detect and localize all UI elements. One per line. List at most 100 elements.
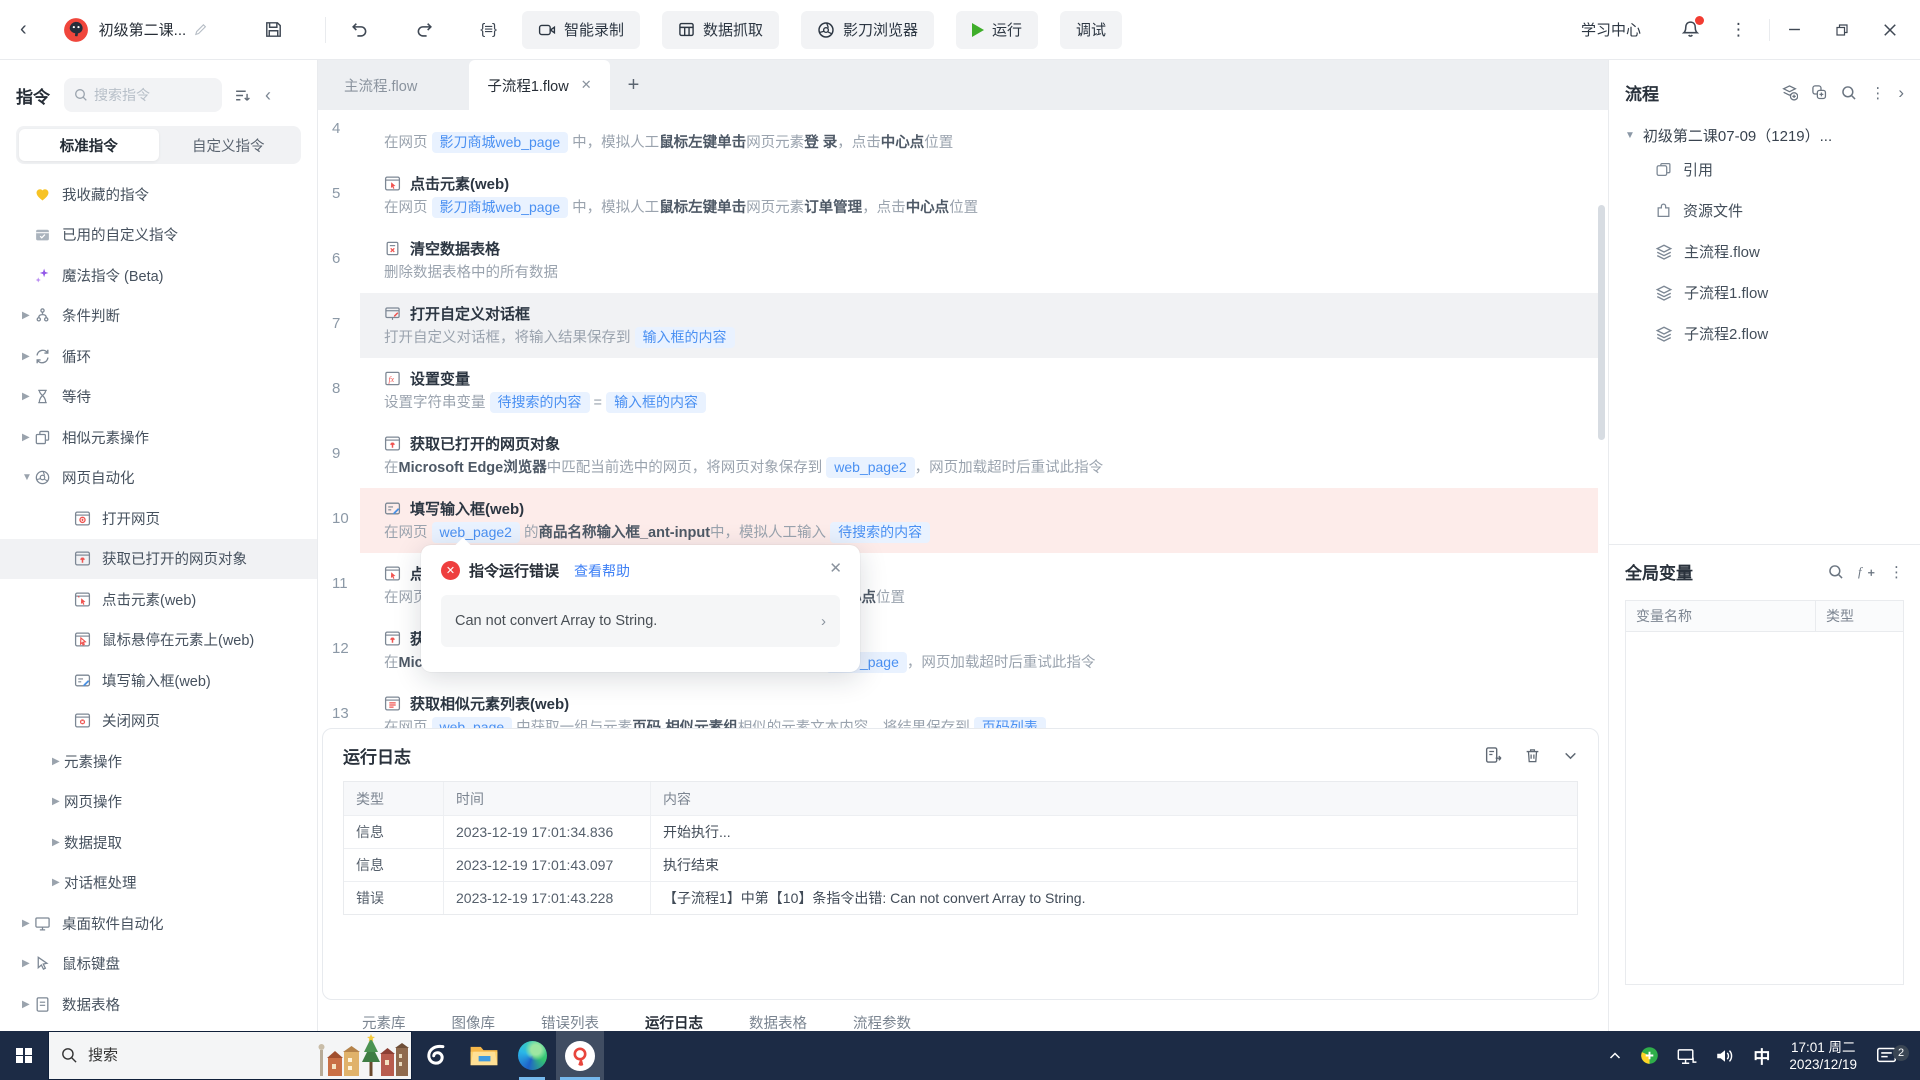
sidebar-item[interactable]: ▶ 数据表格 (0, 984, 317, 1025)
restore-button[interactable] (1818, 0, 1866, 60)
view-help-link[interactable]: 查看帮助 (574, 561, 630, 581)
save-button[interactable] (264, 20, 283, 39)
taskbar-app-swirl[interactable] (412, 1031, 460, 1080)
smart-record-button[interactable]: 智能录制 (521, 10, 640, 49)
search-vars-icon[interactable] (1828, 564, 1844, 580)
log-row[interactable]: 错误 2023-12-19 17:01:43.228 【子流程1】中第【10】条指令… (344, 881, 1577, 914)
close-popup-icon[interactable]: ✕ (829, 559, 842, 577)
sidebar-item[interactable]: 填写输入框(web) (0, 660, 317, 701)
collapse-flow-panel-icon[interactable]: › (1898, 83, 1904, 103)
add-python-icon[interactable] (1811, 84, 1828, 101)
sidebar-item[interactable]: ▶ 数据提取 (0, 822, 317, 863)
caret-right-icon[interactable]: ▶ (52, 756, 64, 767)
caret-right-icon[interactable]: ▶ (22, 999, 34, 1010)
flow-tab-0[interactable]: 主流程.flow (318, 60, 443, 110)
tray-network-icon[interactable] (1668, 1047, 1706, 1065)
sidebar-item[interactable]: 关闭网页 (0, 701, 317, 742)
sidebar-item[interactable]: ▶ 桌面软件自动化 (0, 903, 317, 944)
variable-pill[interactable]: 输入框的内容 (634, 327, 735, 348)
sidebar-item[interactable]: ▶ 鼠标键盘 (0, 944, 317, 985)
taskbar-search-input[interactable] (88, 1047, 238, 1064)
flow-tab-1[interactable]: 子流程1.flow ✕ (469, 60, 610, 110)
start-button[interactable] (0, 1031, 48, 1080)
sidebar-item[interactable]: ▶ 元素操作 (0, 741, 317, 782)
sidebar-item[interactable]: ▶ 网页操作 (0, 782, 317, 823)
variable-pill[interactable]: 影刀商城web_page (431, 197, 569, 218)
caret-right-icon[interactable]: ▶ (22, 351, 34, 362)
caret-right-icon[interactable]: ▶ (52, 837, 64, 848)
yingdao-browser-button[interactable]: 影刀浏览器 (801, 10, 935, 49)
ime-indicator[interactable]: 中 (1744, 1043, 1779, 1068)
sidebar-item[interactable]: ▶ 条件判断 (0, 296, 317, 337)
tray-volume-icon[interactable] (1706, 1047, 1744, 1065)
sidebar-item[interactable]: ▶ 循环 (0, 336, 317, 377)
sidebar-item[interactable]: 打开网页 (0, 498, 317, 539)
undo-button[interactable] (350, 20, 369, 39)
variable-pill[interactable]: web_page2 (431, 522, 520, 543)
sidebar-item[interactable]: ▶ 等待 (0, 377, 317, 418)
flow-tree-item[interactable]: 引用 (1625, 149, 1904, 190)
search-flow-icon[interactable] (1841, 85, 1857, 101)
redo-button[interactable] (415, 20, 434, 39)
flow-tree-item[interactable]: 主流程.flow (1625, 231, 1904, 272)
log-row[interactable]: 信息 2023-12-19 17:01:43.097 执行结束 (344, 848, 1577, 881)
canvas-scrollbar[interactable] (1598, 205, 1605, 440)
data-capture-button[interactable]: 数据抓取 (661, 10, 779, 49)
sidebar-item[interactable]: 魔法指令 (Beta) (0, 255, 317, 296)
flow-step-5[interactable]: 5 点击元素(web) 在网页 影刀商城web_page 中，模拟人工鼠标左键单击网… (318, 163, 1608, 228)
back-button[interactable]: ‹ (20, 18, 27, 41)
variables-icon[interactable]: {≡} (480, 21, 497, 38)
taskbar-edge[interactable] (508, 1031, 556, 1080)
flow-tree-item[interactable]: 资源文件 (1625, 190, 1904, 231)
clear-log-icon[interactable] (1524, 747, 1541, 764)
close-tab-icon[interactable]: ✕ (581, 77, 592, 93)
collapse-sidebar-icon[interactable]: ‹ (265, 85, 271, 106)
notifications-bell-icon[interactable] (1681, 16, 1704, 39)
bottom-tab[interactable]: 数据表格 (749, 1007, 807, 1032)
tray-expand-icon[interactable] (1599, 1049, 1631, 1063)
close-button[interactable] (1866, 0, 1914, 60)
sidebar-item[interactable]: 鼠标悬停在元素上(web) (0, 620, 317, 661)
flow-step-8[interactable]: 8 fx 设置变量 设置字符串变量 待搜索的内容 = 输入框的内容 (318, 358, 1608, 423)
caret-right-icon[interactable]: ▶ (52, 877, 64, 888)
add-variable-icon[interactable]: f (1857, 563, 1876, 580)
sidebar-item[interactable]: ▼ 网页自动化 (0, 458, 317, 499)
search-input[interactable] (94, 87, 204, 103)
sidebar-item[interactable]: 我收藏的指令 (0, 174, 317, 215)
flow-step-6[interactable]: 6 清空数据表格 删除数据表格中的所有数据 (318, 228, 1608, 293)
sidebar-tab-standard[interactable]: 标准指令 (19, 129, 159, 161)
caret-right-icon[interactable]: ▶ (22, 958, 34, 969)
bottom-tab[interactable]: 流程参数 (853, 1007, 911, 1032)
learning-center-link[interactable]: 学习中心 (1581, 19, 1641, 40)
sidebar-tab-custom[interactable]: 自定义指令 (159, 129, 299, 161)
flow-step-10[interactable]: 10 填写输入框(web) 在网页 web_page2 的商品名称输入框_ant-i… (318, 488, 1608, 553)
variable-pill[interactable]: 输入框的内容 (606, 392, 707, 413)
caret-down-icon[interactable]: ▼ (22, 472, 34, 483)
run-button[interactable]: 运行 (956, 10, 1039, 49)
edit-title-icon[interactable] (193, 22, 208, 37)
log-row[interactable]: 信息 2023-12-19 17:01:34.836 开始执行... (344, 815, 1577, 848)
caret-right-icon[interactable]: ▶ (22, 918, 34, 929)
collapse-panel-icon[interactable] (1563, 748, 1578, 763)
taskbar-yingdao[interactable] (556, 1031, 604, 1080)
flow-step-7[interactable]: 7 打开自定义对话框 打开自定义对话框，将输入结果保存到 输入框的内容 (318, 293, 1608, 358)
error-message-box[interactable]: Can not convert Array to String. › (441, 595, 840, 647)
bottom-tab[interactable]: 元素库 (362, 1007, 406, 1032)
flow-tree-item[interactable]: 子流程1.flow (1625, 272, 1904, 313)
bottom-tab[interactable]: 运行日志 (645, 1007, 703, 1032)
tray-security-icon[interactable] (1631, 1046, 1668, 1065)
sidebar-item[interactable]: ▶ 对话框处理 (0, 863, 317, 904)
sidebar-item[interactable]: 点击元素(web) (0, 579, 317, 620)
flow-tree-root[interactable]: ▼ 初级第二课07-09（1219）... (1625, 121, 1904, 149)
bottom-tab[interactable]: 错误列表 (541, 1007, 599, 1032)
sidebar-item[interactable]: 已用的自定义指令 (0, 215, 317, 256)
vars-more-icon[interactable]: ⋮ (1889, 563, 1904, 581)
sort-icon[interactable] (234, 87, 251, 104)
new-tab-button[interactable]: + (610, 60, 658, 110)
minimize-button[interactable] (1770, 0, 1818, 60)
sidebar-item[interactable]: 获取已打开的网页对象 (0, 538, 317, 579)
debug-button[interactable]: 调试 (1060, 10, 1123, 49)
caret-right-icon[interactable]: ▶ (22, 432, 34, 443)
action-center-icon[interactable]: 2 (1867, 1045, 1911, 1065)
instruction-search-box[interactable] (64, 78, 222, 112)
